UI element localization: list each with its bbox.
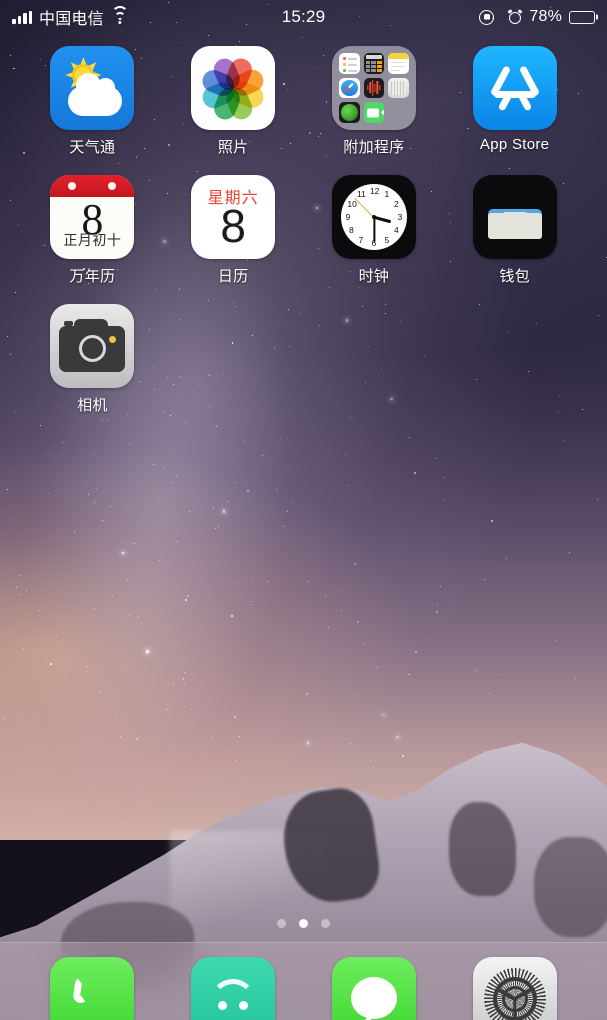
clock-center-pin <box>371 215 376 219</box>
battery-percent: 78% <box>529 8 562 25</box>
clock-minute-hand <box>372 217 376 242</box>
calendar-app-icon[interactable]: 星期六 8 <box>191 175 276 259</box>
status-bar-left: 中国电信 <box>12 5 129 29</box>
app-icon-photos[interactable]: 照片 <box>163 46 304 157</box>
folder-extras[interactable]: 附加程序 <box>304 46 445 157</box>
clock-numeral: 11 <box>356 189 366 200</box>
calendar-header-bar <box>50 175 135 197</box>
voice-memos-icon <box>363 77 385 99</box>
rotation-lock-icon <box>479 9 495 25</box>
compass-icon <box>338 102 360 123</box>
clock-second-hand <box>354 197 375 218</box>
empty-slot <box>304 304 445 415</box>
weather-app-icon[interactable] <box>50 46 135 130</box>
calculator-icon <box>363 53 385 74</box>
cloud-glyph <box>68 73 123 116</box>
books-icon <box>388 77 409 99</box>
page-dot[interactable] <box>277 919 286 928</box>
wallet-pocket <box>487 213 542 239</box>
app-icon-calendar[interactable]: 星期六 8 日历 <box>163 175 304 286</box>
photos-app-icon[interactable] <box>191 46 276 130</box>
facetime-icon <box>363 102 385 123</box>
clock-numeral: 2 <box>394 199 399 209</box>
clock-hour-hand <box>373 215 392 224</box>
calendar-day: 8 <box>220 200 246 252</box>
perpetual-calendar-icon[interactable]: 8 正月初十 <box>50 175 135 259</box>
folder-icon[interactable] <box>331 46 416 130</box>
app-label: 时钟 <box>358 268 390 285</box>
app-label: 天气通 <box>69 139 116 156</box>
clock-numeral: 3 <box>397 212 403 222</box>
clock-numeral: 1 <box>384 189 390 200</box>
folder-empty-slot <box>388 102 409 123</box>
phone-handset-glyph <box>72 976 92 1004</box>
settings-app-icon[interactable] <box>472 957 557 1020</box>
dock-item-smiley[interactable] <box>163 957 304 1020</box>
status-bar-right: 78% <box>479 8 595 26</box>
page-dot[interactable] <box>299 919 308 928</box>
app-store-icon[interactable] <box>472 46 557 130</box>
wallet-app-icon[interactable] <box>472 175 557 259</box>
app-label: 钱包 <box>499 268 530 285</box>
gear-spoke <box>512 999 517 1020</box>
app-icon-perpetual-calendar[interactable]: 8 正月初十 万年历 <box>22 175 163 286</box>
phone-app-icon[interactable] <box>50 957 135 1020</box>
camera-lens <box>78 335 106 362</box>
clock-numeral: 8 <box>348 225 354 235</box>
dock-item-phone[interactable] <box>22 957 163 1020</box>
clock-numeral: 7 <box>358 234 364 245</box>
app-icon-camera[interactable]: 相机 <box>22 304 163 415</box>
app-icon-clock[interactable]: 12 11 10 9 8 7 6 5 4 3 2 1 时钟 <box>304 175 445 286</box>
dock-item-messages[interactable] <box>304 957 445 1020</box>
app-icon-app-store[interactable]: App Store <box>444 46 585 157</box>
app-label: 日历 <box>217 268 249 285</box>
rock-outcrop <box>449 801 516 897</box>
message-bubble-glyph <box>350 977 397 1019</box>
perpetual-calendar-lunar: 正月初十 <box>63 232 122 248</box>
empty-slot <box>444 304 585 415</box>
empty-slot <box>163 304 304 415</box>
wifi-icon <box>111 6 129 24</box>
clock-numeral: 10 <box>347 199 357 209</box>
messages-app-icon[interactable] <box>331 957 416 1020</box>
dock-item-settings[interactable] <box>444 957 585 1020</box>
smiley-arc-glyph <box>210 979 257 1020</box>
app-label: 相机 <box>77 397 108 414</box>
app-row: 相机 <box>22 304 585 433</box>
app-icon-wallet[interactable]: 钱包 <box>444 175 585 286</box>
smiley-face-app-icon[interactable] <box>191 957 276 1020</box>
clock-numeral: 9 <box>345 212 351 222</box>
app-icon-weather[interactable]: 天气通 <box>22 46 163 157</box>
app-label: 附加程序 <box>343 139 405 156</box>
clock-numeral: 12 <box>369 186 380 196</box>
app-label: 照片 <box>217 139 249 156</box>
app-row: 8 正月初十 万年历 星期六 8 日历 12 11 10 9 8 7 6 5 4 3 2 1 时钟 <box>22 175 585 304</box>
camera-app-icon[interactable] <box>50 304 135 388</box>
clock-numeral: 5 <box>384 234 390 245</box>
folder-mini-grid <box>338 53 409 123</box>
status-bar: 中国电信 15:29 78% <box>0 0 607 34</box>
carrier-name: 中国电信 <box>39 11 104 28</box>
app-store-a-glyph <box>489 65 541 112</box>
photos-flower-glyph <box>199 55 267 123</box>
dock <box>0 942 607 1020</box>
clock-face: 12 11 10 9 8 7 6 5 4 3 2 1 <box>340 184 407 250</box>
battery-icon <box>569 10 595 24</box>
page-dot[interactable] <box>321 919 330 928</box>
alarm-clock-icon <box>507 9 523 24</box>
app-row: 天气通 照片 附加程序 App Store <box>22 46 585 175</box>
app-label: 万年历 <box>69 268 116 285</box>
clock-numeral: 4 <box>394 225 399 235</box>
clock-app-icon[interactable]: 12 11 10 9 8 7 6 5 4 3 2 1 <box>331 175 416 259</box>
app-label: App Store <box>479 136 550 153</box>
reminders-icon <box>338 53 360 74</box>
app-grid: 天气通 照片 附加程序 App Store 8 正月初十 万年历 星期六 8 日… <box>0 46 607 433</box>
signal-bars-icon <box>12 10 32 24</box>
page-dots[interactable] <box>0 919 607 928</box>
notes-icon <box>388 53 409 74</box>
safari-icon <box>338 77 360 99</box>
